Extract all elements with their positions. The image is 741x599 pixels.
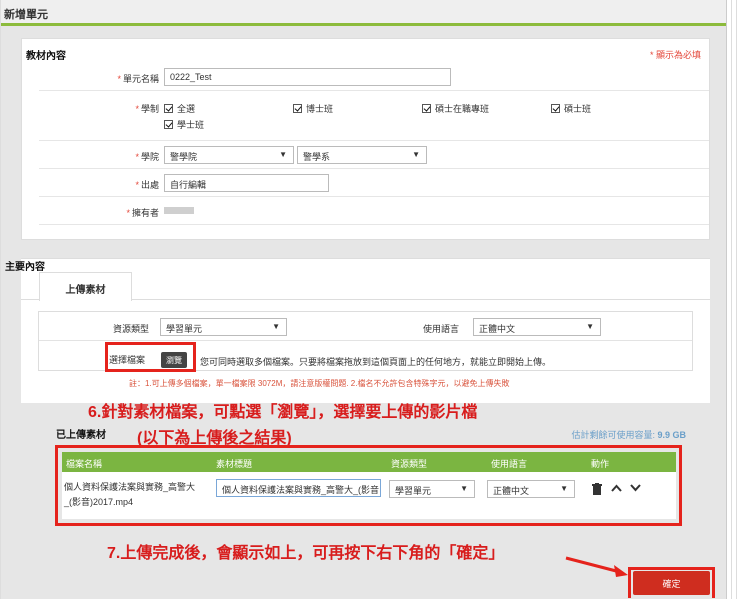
- unit-name-input[interactable]: 0222_Test: [164, 68, 451, 86]
- checkbox-bachelor[interactable]: 學士班: [164, 118, 204, 131]
- tab-upload-material[interactable]: 上傳素材: [39, 272, 132, 301]
- college-row: * 學院 警學院 ▼ 警學系 ▼: [39, 141, 709, 169]
- confirm-highlight-box: [628, 567, 715, 598]
- annotation-step7: 7.上傳完成後，會顯示如上，可再按下右下角的「確定」: [107, 545, 505, 562]
- owner-value-redacted: [164, 207, 194, 214]
- browse-highlight-box: [105, 342, 196, 372]
- quota-display: 估計剩餘可使用容量: 9.9 GB: [571, 430, 686, 440]
- chevron-down-icon: ▼: [412, 150, 420, 159]
- unit-name-row: * 單元名稱 0222_Test: [39, 63, 709, 91]
- college-label: * 學院: [135, 152, 159, 162]
- language-label: 使用語言: [422, 324, 459, 334]
- checkbox-master-inservice[interactable]: 碩士在職專班: [422, 102, 489, 115]
- unit-name-label: * 單元名稱: [117, 74, 159, 84]
- content-section-title: 教材內容: [26, 51, 66, 62]
- page-title: 新增單元: [4, 9, 48, 21]
- annotation-step6: 6.針對素材檔案，可點選「瀏覽」，選擇要上傳的影片檔: [88, 404, 478, 421]
- chevron-down-icon: ▼: [272, 322, 280, 331]
- chevron-down-icon: ▼: [586, 322, 594, 331]
- scrollbar[interactable]: [726, 0, 741, 599]
- upload-hint: 您可同時選取多個檔案。只要將檔案拖放到這個頁面上的任何地方，就能立即開始上傳。: [200, 357, 552, 367]
- resource-type-row: 資源類型 學習單元 ▼ 使用語言 正體中文 ▼: [39, 312, 692, 341]
- resource-type-label: 資源類型: [112, 324, 149, 334]
- arrow-icon: [565, 556, 628, 577]
- checkbox-phd[interactable]: 博士班: [293, 102, 333, 115]
- checkbox-master[interactable]: 碩士班: [551, 102, 591, 115]
- source-label: * 出處: [135, 180, 159, 190]
- system-label: * 學制: [135, 104, 159, 114]
- system-row: * 學制 全選 博士班 碩士在職專班 碩士班 學士班: [39, 91, 709, 141]
- department-select[interactable]: 警學系 ▼: [297, 146, 427, 164]
- uploaded-materials-title: 已上傳素材: [56, 430, 106, 441]
- chevron-down-icon: ▼: [279, 150, 287, 159]
- header-bar: 新增單元: [1, 0, 726, 26]
- source-input[interactable]: 自行編輯: [164, 174, 329, 192]
- table-highlight-box: [55, 445, 682, 526]
- source-row: * 出處 自行編輯: [39, 169, 709, 197]
- tab-bar: 上傳素材: [21, 272, 710, 301]
- checkbox-all[interactable]: 全選: [164, 102, 195, 115]
- owner-label: * 擁有者: [126, 208, 159, 218]
- main-content-title: 主要內容: [5, 262, 45, 273]
- content-section: 教材內容 * 顯示為必填 * 單元名稱 0222_Test * 學制 全選 博士班 …: [21, 38, 710, 240]
- required-note: * 顯示為必填: [649, 50, 701, 60]
- resource-type-select[interactable]: 學習單元 ▼: [160, 318, 287, 336]
- language-select[interactable]: 正體中文 ▼: [473, 318, 601, 336]
- upload-note: 註：1.可上傳多個檔案，單一檔案限 3072M，請注意版權問題. 2.檔名不允許…: [129, 379, 510, 388]
- owner-row: * 擁有者: [39, 197, 709, 225]
- main-frame: 新增單元 教材內容 * 顯示為必填 * 單元名稱 0222_Test * 學制 全選…: [0, 0, 726, 599]
- college-select[interactable]: 警學院 ▼: [164, 146, 294, 164]
